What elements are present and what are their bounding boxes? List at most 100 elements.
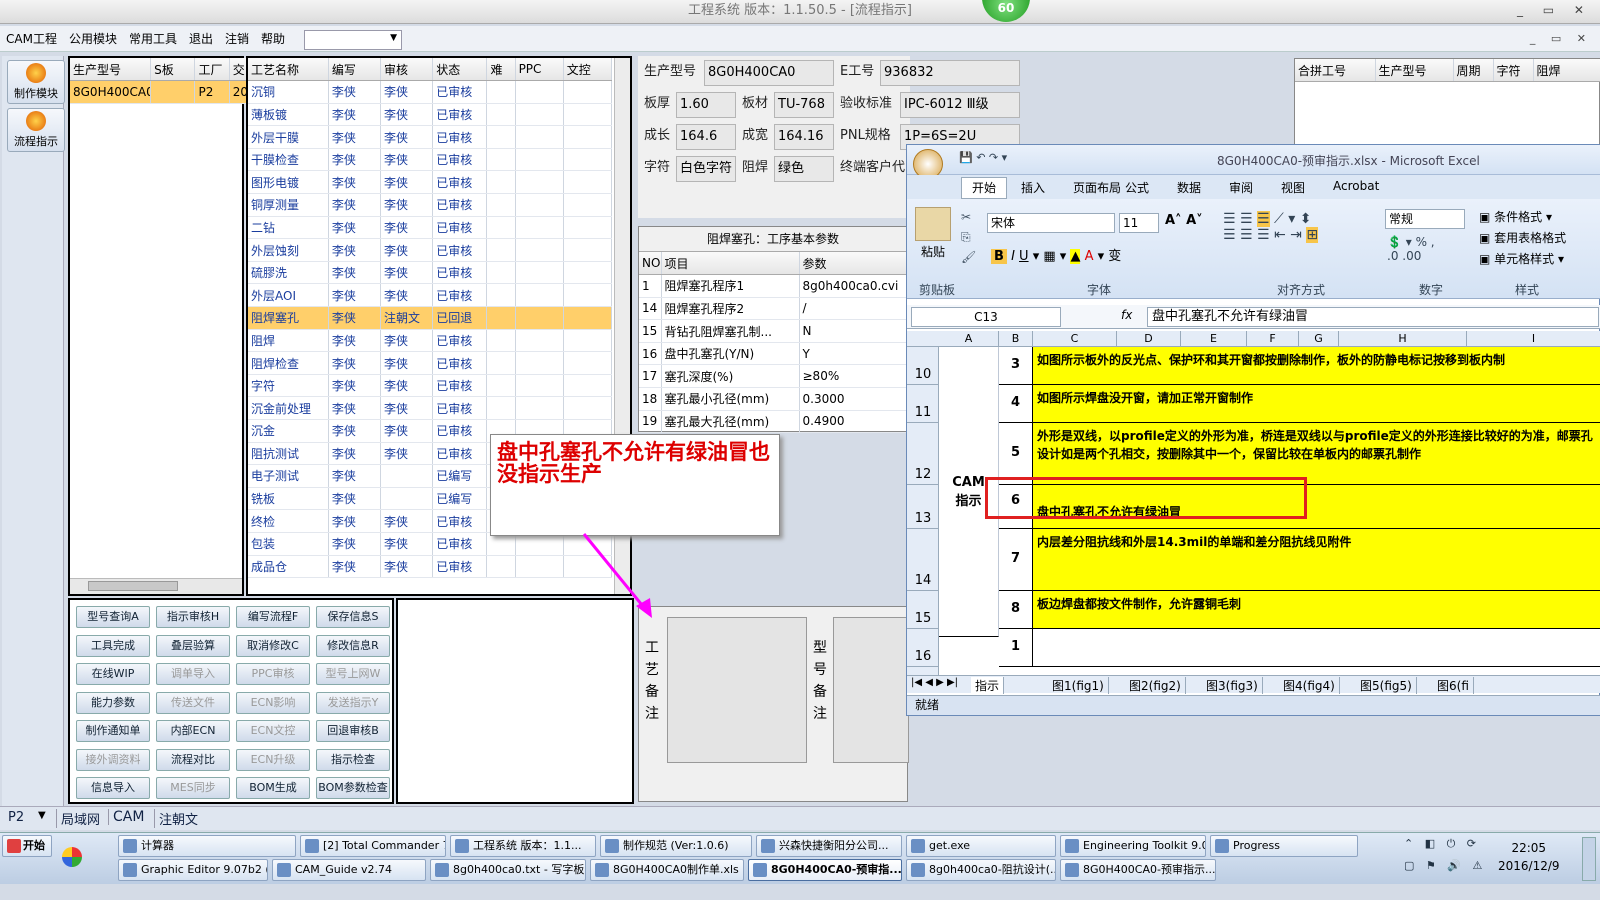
table-row[interactable]: 薄板镀 李侠 李侠 已审核 bbox=[248, 103, 613, 127]
instruction-cell[interactable]: 内层差分阻抗线和外层14.3mil的单端和差分阻抗线见附件 bbox=[1033, 529, 1600, 591]
table-row[interactable]: 19 塞孔最大孔径(mm) 0.4900 bbox=[639, 410, 940, 434]
quick-launch-icon[interactable] bbox=[62, 847, 82, 867]
font-name-select[interactable]: 宋体 bbox=[987, 213, 1115, 233]
table-row[interactable]: 阻焊检查 李侠 李侠 已审核 bbox=[248, 351, 613, 375]
item-number[interactable]: 3 bbox=[999, 347, 1033, 385]
field-std[interactable]: IPC-6012 Ⅲ级 bbox=[900, 92, 1020, 118]
function-button[interactable]: 型号上网W bbox=[316, 663, 390, 685]
table-row[interactable]: 沉铜 李侠 李侠 已审核 bbox=[248, 80, 613, 104]
column-header[interactable]: 工厂 bbox=[194, 58, 230, 82]
menu-item[interactable]: 常用工具 bbox=[123, 26, 183, 52]
function-button[interactable]: 型号查询A bbox=[76, 606, 150, 628]
nav-flow-guide[interactable]: 流程指示 bbox=[7, 108, 65, 152]
field-model[interactable]: 8G0H400CA0 bbox=[704, 60, 834, 86]
alignment-buttons[interactable]: ☰ ☰ ☰ ⟋ ▾ ⬍ ☰ ☰ ☰ ⇤ ⇥ ⊞ bbox=[1223, 211, 1319, 243]
name-box[interactable]: C13 bbox=[911, 307, 1061, 327]
taskbar-button[interactable]: CAM_Guide v2.74 bbox=[272, 859, 426, 881]
function-button[interactable]: BOM参数检查 bbox=[316, 777, 390, 799]
row-number[interactable]: 11 bbox=[907, 385, 939, 423]
column-header[interactable]: 生产型号 bbox=[1375, 59, 1454, 83]
taskbar-button[interactable]: 制作规范 (Ver:1.0.6) bbox=[600, 835, 752, 857]
field-len[interactable]: 164.6 bbox=[676, 124, 736, 150]
sheet-nav-icons[interactable]: |◀ ◀ ▶ ▶| bbox=[911, 677, 958, 688]
function-button[interactable]: 接外调资料 bbox=[76, 748, 150, 771]
column-letter[interactable]: H bbox=[1339, 331, 1467, 346]
function-button[interactable]: 发送指示Y bbox=[316, 691, 390, 714]
function-button[interactable]: 内部ECN bbox=[156, 720, 230, 742]
function-button[interactable]: ECN文控 bbox=[236, 720, 310, 742]
function-button[interactable]: 流程对比 bbox=[156, 748, 230, 771]
table-row[interactable]: 铜厚测量 李侠 李侠 已审核 bbox=[248, 193, 613, 217]
formula-input[interactable]: 盘中孔塞孔不允许有绿油冒 bbox=[1147, 307, 1599, 327]
menu-item[interactable]: CAM工程 bbox=[0, 26, 63, 52]
row-number[interactable]: 10 bbox=[907, 347, 939, 385]
column-letter[interactable]: A bbox=[939, 331, 999, 346]
table-row[interactable]: 外层干膜 李侠 李侠 已审核 bbox=[248, 125, 613, 149]
function-button[interactable]: 制作通知单 bbox=[76, 720, 150, 742]
table-row[interactable]: 16 盘中孔塞孔(Y/N) Y bbox=[639, 342, 940, 366]
ribbon-tab[interactable]: 审阅 bbox=[1229, 179, 1253, 196]
function-button[interactable]: 修改信息R bbox=[316, 634, 390, 657]
process-remark-input[interactable] bbox=[667, 617, 807, 763]
sheet-tab[interactable]: 图5(fig5) bbox=[1356, 677, 1417, 694]
menu-item[interactable]: 帮助 bbox=[255, 26, 291, 52]
menu-item[interactable]: 退出 bbox=[183, 26, 219, 52]
sheet-tab[interactable]: 指示 bbox=[971, 677, 1005, 694]
start-button[interactable]: 开始 bbox=[2, 835, 52, 857]
row-number[interactable]: 15 bbox=[907, 591, 939, 629]
show-desktop-button[interactable] bbox=[1582, 837, 1596, 881]
table-row[interactable]: 字符 李侠 李侠 已审核 bbox=[248, 374, 613, 398]
table-row[interactable]: 图形电镀 李侠 李侠 已审核 bbox=[248, 170, 613, 195]
table-row[interactable]: 外层蚀刻 李侠 李侠 已审核 bbox=[248, 238, 613, 262]
function-button[interactable]: ECN影响 bbox=[236, 691, 310, 714]
table-row[interactable]: 17 塞孔深度(%) ≥80% bbox=[639, 364, 940, 389]
row-number[interactable]: 16 bbox=[907, 629, 939, 667]
sheet-tab[interactable]: 图1(fig1) bbox=[1048, 677, 1109, 694]
function-button[interactable]: BOM生成 bbox=[236, 777, 310, 799]
function-button[interactable]: 保存信息S bbox=[316, 606, 390, 628]
table-row[interactable]: 阻焊塞孔 李侠 注朝文 已回退 bbox=[248, 306, 613, 330]
taskbar-button[interactable]: 8g0h400ca0.txt - 写字板 bbox=[430, 859, 586, 881]
fx-icon[interactable]: fx bbox=[1121, 308, 1132, 322]
function-button[interactable]: MES同步 bbox=[156, 777, 230, 799]
taskbar-button[interactable]: get.exe bbox=[906, 835, 1056, 857]
table-row[interactable]: 1 阻焊塞孔程序1 8g0h400ca0.cvi bbox=[639, 274, 940, 298]
tray-icons[interactable]: ⌃ ◧ ⏻ ⟳ bbox=[1404, 837, 1480, 851]
chevron-down-icon[interactable]: ▼ bbox=[38, 810, 46, 821]
taskbar-button[interactable]: [2] Total Commander 7... bbox=[300, 835, 446, 857]
ribbon-tab[interactable]: 公式 bbox=[1125, 179, 1149, 196]
ribbon-tab[interactable]: Acrobat bbox=[1333, 179, 1379, 193]
table-row[interactable]: 成品仓 李侠 李侠 已审核 bbox=[248, 555, 613, 579]
function-button[interactable]: 工具完成 bbox=[76, 634, 150, 657]
item-number[interactable]: 7 bbox=[999, 529, 1033, 591]
function-button[interactable]: ECN升级 bbox=[236, 748, 310, 771]
column-header[interactable]: 合拼工号 bbox=[1295, 59, 1376, 83]
field-thick[interactable]: 1.60 bbox=[676, 92, 736, 118]
column-letter[interactable]: I bbox=[1467, 331, 1600, 346]
sheet-tab[interactable]: 图3(fig3) bbox=[1202, 677, 1263, 694]
table-row[interactable]: 外层AOI 李侠 李侠 已审核 bbox=[248, 283, 613, 308]
function-button[interactable]: 传送文件 bbox=[156, 691, 230, 714]
taskbar-button[interactable]: Engineering Toolkit 9.0... bbox=[1060, 835, 1206, 857]
row-number[interactable]: 13 bbox=[907, 485, 939, 529]
taskbar-button[interactable]: 8G0H400CA0制作单.xls ... bbox=[590, 859, 744, 881]
clipboard-icons[interactable]: ✂ ⎘ 🖌 bbox=[961, 207, 976, 267]
table-row[interactable]: 18 塞孔最小孔径(mm) 0.3000 bbox=[639, 387, 940, 411]
function-button[interactable]: 指示检查 bbox=[316, 748, 390, 771]
sheet-tab[interactable]: 图6(fi bbox=[1433, 677, 1474, 694]
table-format[interactable]: 套用表格格式 bbox=[1494, 231, 1566, 245]
column-header[interactable]: 难 bbox=[486, 58, 516, 82]
column-letter[interactable]: D bbox=[1117, 331, 1181, 346]
number-format-select[interactable]: 常规 bbox=[1385, 209, 1465, 229]
function-button[interactable]: 取消修改C bbox=[236, 634, 310, 657]
column-header[interactable]: 审核 bbox=[380, 58, 434, 82]
taskbar-button[interactable]: Graphic Editor 9.07b2 (0... bbox=[118, 859, 268, 881]
column-letter[interactable]: G bbox=[1299, 331, 1339, 346]
sheet-tab[interactable]: 图4(fig4) bbox=[1279, 677, 1340, 694]
quick-access-icons[interactable]: 💾 ↶ ↷ ▾ bbox=[959, 151, 1007, 164]
function-button[interactable]: 编写流程F bbox=[236, 606, 310, 628]
ribbon-tab[interactable]: 插入 bbox=[1021, 179, 1045, 196]
column-header[interactable]: S板 bbox=[150, 58, 196, 82]
column-letter[interactable]: E bbox=[1181, 331, 1247, 346]
function-button[interactable]: PPC审核 bbox=[236, 663, 310, 685]
